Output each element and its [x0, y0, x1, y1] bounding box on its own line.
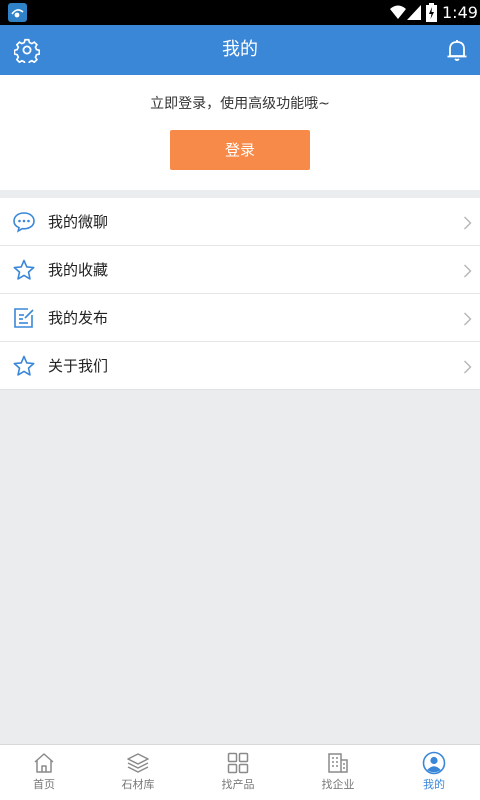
- bottom-nav: 首页 石材库 找产品 找企业 我的: [0, 744, 480, 800]
- chevron-right-icon: [463, 311, 472, 326]
- tab-label: 找企业: [321, 778, 355, 791]
- star-icon: [12, 258, 36, 282]
- tab-home[interactable]: 首页: [0, 745, 88, 800]
- tab-label: 石材库: [121, 778, 155, 791]
- login-prompt: 立即登录，使用高级功能哦~: [150, 96, 330, 112]
- header-bar: 我的: [0, 25, 480, 75]
- tab-label: 首页: [33, 778, 55, 791]
- login-panel: 立即登录，使用高级功能哦~ 登录: [0, 75, 480, 190]
- building-icon: [326, 751, 350, 775]
- edit-icon: [12, 306, 36, 330]
- tab-find-products[interactable]: 找产品: [194, 745, 282, 800]
- menu-item-label: 我的发布: [48, 309, 109, 327]
- status-time: 1:49: [442, 3, 478, 22]
- battery-icon: [426, 3, 437, 26]
- menu-item-my-posts[interactable]: 我的发布: [0, 294, 480, 342]
- wifi-icon: [389, 3, 407, 25]
- home-icon: [32, 751, 56, 775]
- signal-icon: [406, 4, 422, 25]
- menu-item-my-favorites[interactable]: 我的收藏: [0, 246, 480, 294]
- menu-item-label: 我的收藏: [48, 261, 109, 279]
- menu-item-my-chat[interactable]: 我的微聊: [0, 198, 480, 246]
- tab-stone-library[interactable]: 石材库: [94, 745, 182, 800]
- menu-list: 我的微聊 我的收藏 我的发布 关于我们: [0, 198, 480, 390]
- chevron-right-icon: [463, 263, 472, 278]
- menu-item-about-us[interactable]: 关于我们: [0, 342, 480, 390]
- status-bar: 1:49: [0, 0, 480, 25]
- menu-item-label: 我的微聊: [48, 213, 109, 231]
- tab-mine[interactable]: 我的: [390, 745, 478, 800]
- tab-find-companies[interactable]: 找企业: [294, 745, 382, 800]
- tab-label: 我的: [423, 778, 445, 791]
- app-notification-icon: [8, 3, 27, 22]
- chat-bubble-icon: [12, 210, 36, 234]
- chevron-right-icon: [463, 215, 472, 230]
- layers-icon: [126, 751, 150, 775]
- user-icon: [422, 751, 446, 775]
- star-icon: [12, 354, 36, 378]
- login-button[interactable]: 登录: [170, 130, 310, 170]
- grid-icon: [226, 751, 250, 775]
- tab-label: 找产品: [221, 778, 255, 791]
- notification-bell-icon[interactable]: [444, 37, 470, 63]
- chevron-right-icon: [463, 359, 472, 374]
- menu-item-label: 关于我们: [48, 357, 109, 375]
- page-title: 我的: [222, 39, 258, 60]
- settings-gear-icon[interactable]: [13, 37, 41, 66]
